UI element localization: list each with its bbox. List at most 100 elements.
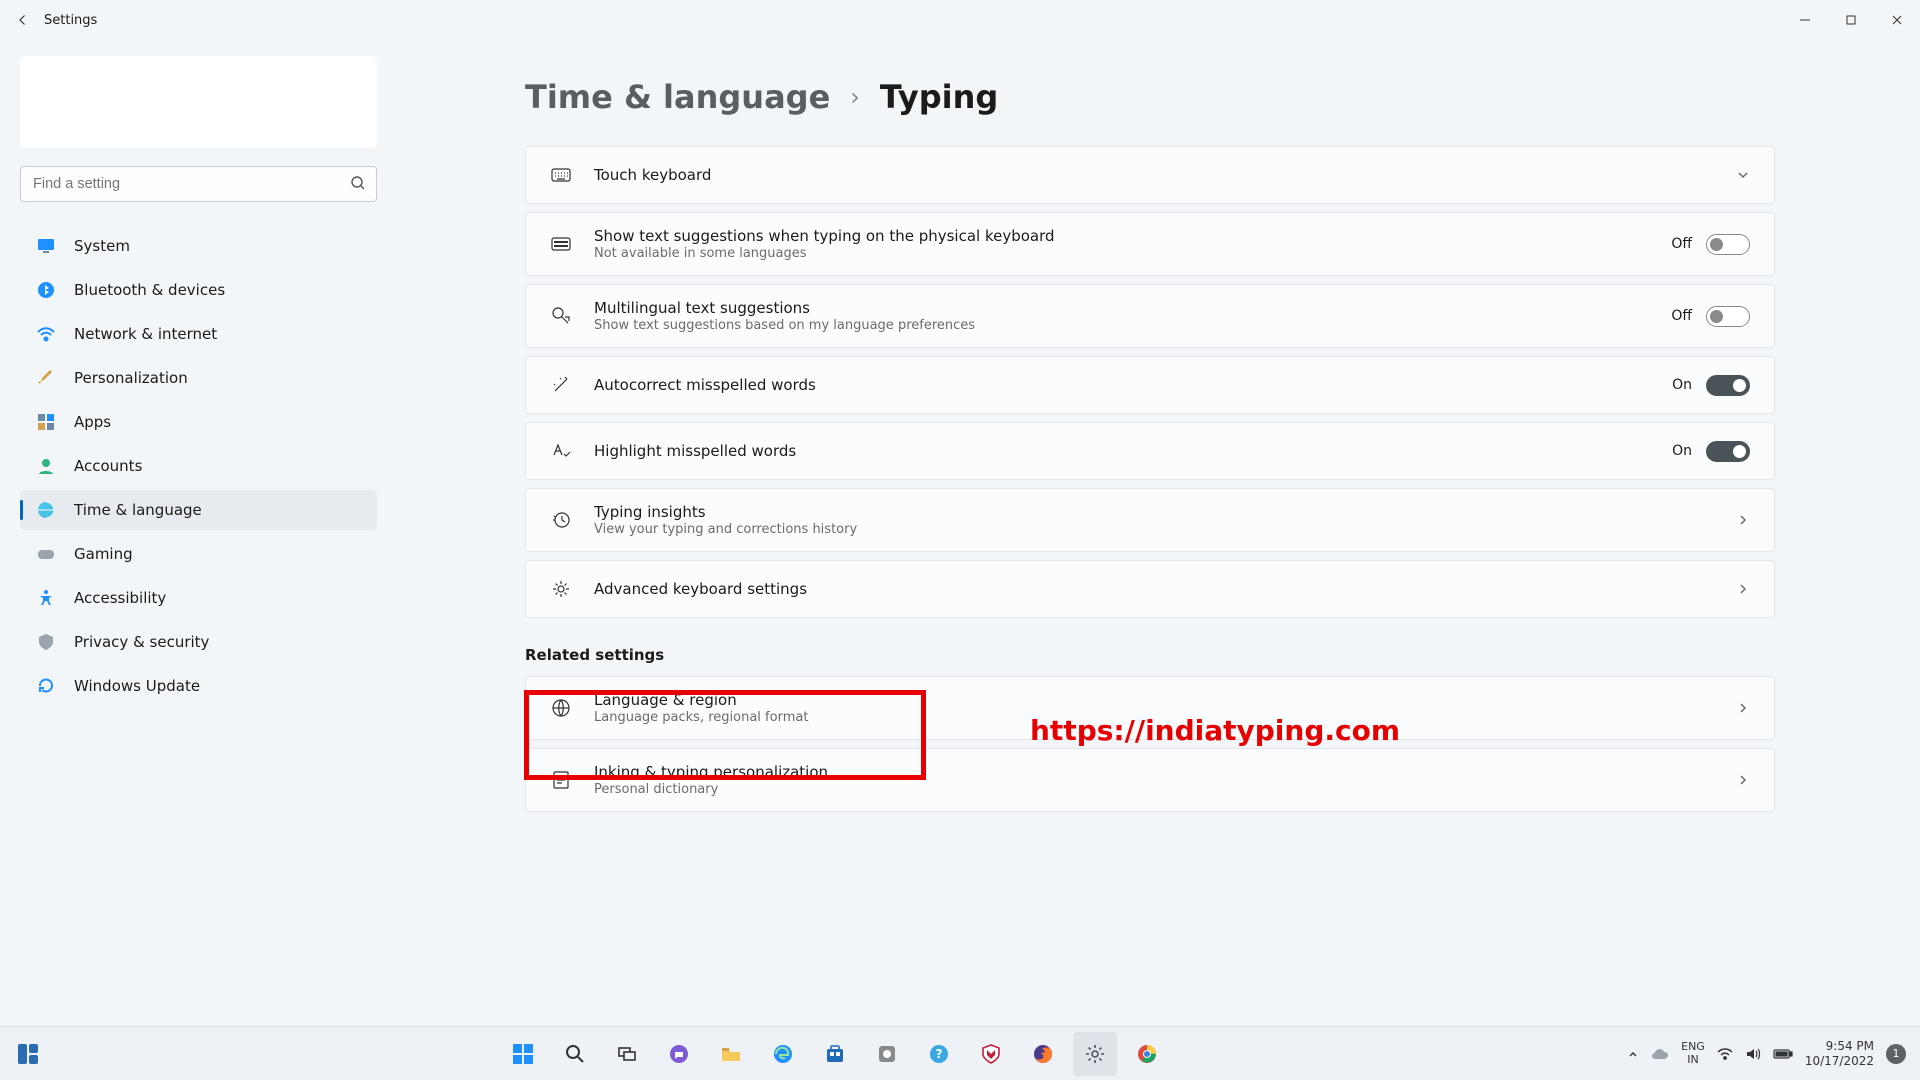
sidebar-item-personalization[interactable]: Personalization [20,358,377,398]
card-title: Inking & typing personalization [594,763,1714,781]
toggle-state-label: On [1672,377,1692,393]
translate-icon [550,306,572,326]
taskbar-app-edge[interactable] [761,1032,805,1076]
title-bar: Settings [0,0,1920,40]
toggle-physical-suggestions[interactable] [1706,234,1750,255]
tray-volume-icon[interactable] [1745,1047,1761,1061]
wand-icon [550,375,572,395]
breadcrumb: Time & language › Typing [525,78,1880,116]
taskbar-search[interactable] [553,1032,597,1076]
monitor-icon [36,236,56,256]
card-title: Typing insights [594,503,1714,521]
sidebar-item-gaming[interactable]: Gaming [20,534,377,574]
user-card[interactable] [20,56,377,148]
wifi-icon [36,324,56,344]
card-advanced-keyboard[interactable]: Advanced keyboard settings [525,560,1775,618]
gear-icon [550,579,572,599]
sidebar-item-label: Personalization [74,369,188,387]
sidebar-item-label: System [74,237,130,255]
card-title: Multilingual text suggestions [594,299,1649,317]
update-icon [36,676,56,696]
sidebar-item-bluetooth[interactable]: Bluetooth & devices [20,270,377,310]
svg-text:?: ? [935,1047,942,1061]
chevron-right-icon: › [850,83,860,111]
taskbar-app-firefox[interactable] [1021,1032,1065,1076]
document-icon [550,770,572,790]
sidebar-item-accounts[interactable]: Accounts [20,446,377,486]
chevron-down-icon [1736,168,1750,182]
keyboard-icon [550,168,572,182]
gamepad-icon [36,544,56,564]
taskbar-app-help[interactable]: ? [917,1032,961,1076]
close-button[interactable] [1874,2,1920,38]
tray-wifi-icon[interactable] [1717,1047,1733,1061]
toggle-state-label: Off [1671,308,1692,324]
sidebar-item-accessibility[interactable]: Accessibility [20,578,377,618]
chevron-right-icon [1736,701,1750,715]
tray-notifications[interactable]: 1 [1886,1044,1906,1064]
task-view[interactable] [605,1032,649,1076]
sidebar-item-time-language[interactable]: Time & language [20,490,377,530]
toggle-multilingual[interactable] [1706,306,1750,327]
card-inking[interactable]: Inking & typing personalization Personal… [525,748,1775,812]
section-heading-related: Related settings [525,646,1775,664]
card-subtitle: Language packs, regional format [594,710,1714,725]
tray-chevron-icon[interactable] [1627,1048,1639,1060]
tray-clock[interactable]: 9:54 PM 10/17/2022 [1805,1039,1874,1068]
person-icon [36,456,56,476]
card-subtitle: Not available in some languages [594,246,1649,261]
page-title: Typing [880,78,998,116]
breadcrumb-parent[interactable]: Time & language [525,78,830,116]
back-button[interactable] [14,11,32,29]
history-icon [550,510,572,530]
card-touch-keyboard[interactable]: Touch keyboard [525,146,1775,204]
sidebar-item-apps[interactable]: Apps [20,402,377,442]
search-input[interactable] [21,176,376,192]
taskbar-app-chat[interactable] [657,1032,701,1076]
tray-battery-icon[interactable] [1773,1048,1793,1060]
accessibility-icon [36,588,56,608]
toggle-autocorrect[interactable] [1706,375,1750,396]
nav-list: System Bluetooth & devices Network & int… [20,226,377,706]
taskbar-app-explorer[interactable] [709,1032,753,1076]
sidebar-item-network[interactable]: Network & internet [20,314,377,354]
toggle-state-label: Off [1671,236,1692,252]
sidebar-item-privacy[interactable]: Privacy & security [20,622,377,662]
sidebar-item-windows-update[interactable]: Windows Update [20,666,377,706]
taskbar-app-generic-1[interactable] [865,1032,909,1076]
taskbar-app-chrome[interactable] [1125,1032,1169,1076]
taskbar-app-mcafee[interactable] [969,1032,1013,1076]
card-subtitle: Show text suggestions based on my langua… [594,318,1649,333]
card-language-region[interactable]: Language & region Language packs, region… [525,676,1775,740]
taskbar-app-store[interactable] [813,1032,857,1076]
sidebar: System Bluetooth & devices Network & int… [0,40,395,1026]
tray-language[interactable]: ENG IN [1681,1041,1705,1065]
taskbar-app-settings[interactable] [1073,1032,1117,1076]
chevron-right-icon [1736,582,1750,596]
card-title: Touch keyboard [594,166,1714,184]
card-autocorrect: Autocorrect misspelled words On [525,356,1775,414]
keyboard-icon [550,237,572,251]
maximize-button[interactable] [1828,2,1874,38]
minimize-button[interactable] [1782,2,1828,38]
shield-icon [36,632,56,652]
sidebar-item-label: Accessibility [74,589,166,607]
search-box[interactable] [20,166,377,202]
tray-onedrive-icon[interactable] [1651,1047,1669,1061]
toggle-highlight[interactable] [1706,441,1750,462]
search-icon [350,175,366,191]
card-highlight-misspelled: Highlight misspelled words On [525,422,1775,480]
card-typing-insights[interactable]: Typing insights View your typing and cor… [525,488,1775,552]
card-title: Autocorrect misspelled words [594,376,1650,394]
sidebar-item-label: Privacy & security [74,633,209,651]
bluetooth-icon [36,280,56,300]
sidebar-item-label: Network & internet [74,325,217,343]
widgets-button[interactable] [10,1036,46,1072]
sidebar-item-label: Bluetooth & devices [74,281,225,299]
sidebar-item-label: Time & language [74,501,202,519]
sidebar-item-system[interactable]: System [20,226,377,266]
sidebar-item-label: Apps [74,413,111,431]
start-button[interactable] [501,1032,545,1076]
toggle-state-label: On [1672,443,1692,459]
sidebar-item-label: Windows Update [74,677,200,695]
